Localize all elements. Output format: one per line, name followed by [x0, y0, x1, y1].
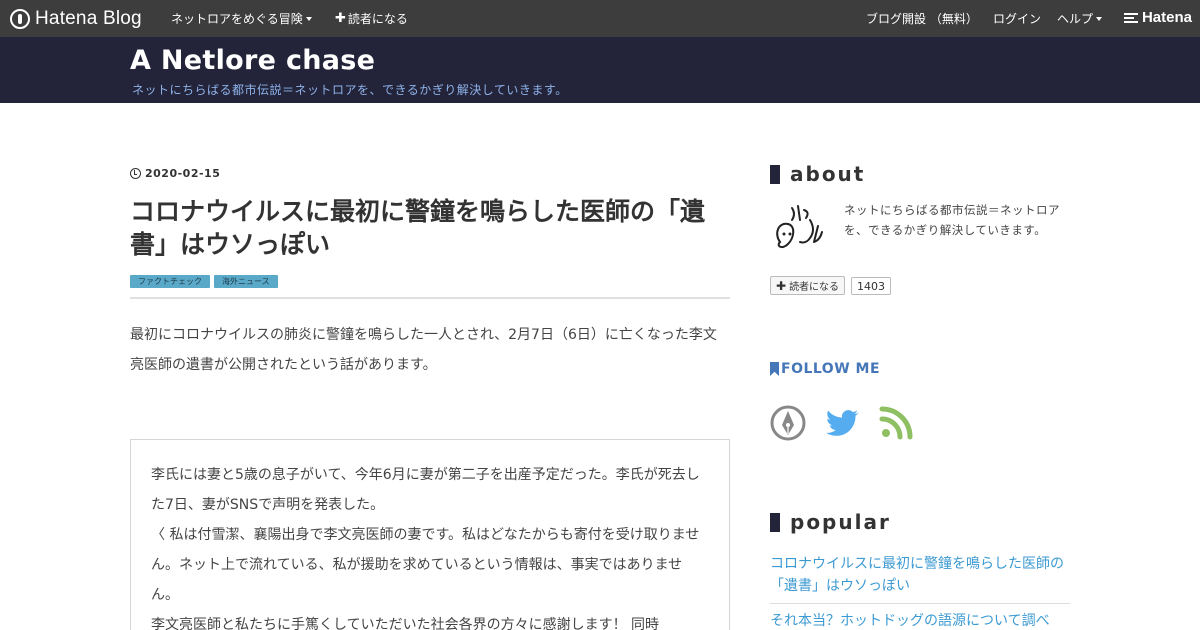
- popular-list: コロナウイルスに最初に警鐘を鳴らした医師の「遺書」はウソっぽい それ本当？ホット…: [770, 553, 1070, 630]
- post-date-text: 2020-02-15: [145, 167, 221, 180]
- popular-heading-text: popular: [790, 510, 891, 534]
- blog-title[interactable]: A Netlore chase: [130, 45, 375, 76]
- about-heading-text: about: [790, 162, 866, 186]
- bookmark-icon: [770, 362, 779, 376]
- hatena-logo-icon: [1123, 12, 1138, 23]
- hatena-logo-text: Hatena: [1141, 9, 1192, 26]
- clock-icon: [130, 168, 141, 179]
- hatena-blog-logo[interactable]: Hatena Blog: [10, 7, 142, 30]
- post-intro: 最初にコロナウイルスの肺炎に警鐘を鳴らした一人とされ、2月7日（6日）に亡くなっ…: [130, 327, 717, 373]
- login-link[interactable]: ログイン: [993, 10, 1041, 27]
- plus-icon: ✚: [776, 278, 787, 293]
- plus-icon: ✚: [335, 11, 346, 26]
- hatena-logo[interactable]: Hatena: [1123, 9, 1192, 26]
- hatena-blog-logo-icon: [10, 8, 30, 29]
- profile-avatar[interactable]: [770, 200, 830, 260]
- post-categories: ファクトチェック 海外ニュース: [130, 275, 278, 288]
- open-blog-link[interactable]: ブログ開設 （無料）: [866, 10, 978, 27]
- about-heading: about: [770, 162, 865, 186]
- login-label: ログイン: [993, 12, 1042, 26]
- twitter-icon[interactable]: [824, 405, 860, 441]
- subscribe-button-label: 読者になる: [789, 282, 840, 293]
- follow-heading: FOLLOW ME: [770, 361, 880, 377]
- category-tag[interactable]: 海外ニュース: [214, 275, 278, 288]
- popular-item[interactable]: それ本当？ホットドッグの語源について調べ: [770, 610, 1070, 630]
- rss-icon[interactable]: [878, 405, 914, 441]
- category-tag[interactable]: ファクトチェック: [130, 275, 210, 288]
- hatena-pen-icon[interactable]: [770, 405, 806, 441]
- help-label: ヘルプ: [1057, 12, 1094, 26]
- quote-paragraph: 〈 私は付雪潔、襄陽出身で李文亮医師の妻です。私はどなたからも寄付を受け取りませ…: [151, 527, 700, 603]
- chevron-down-icon: [305, 16, 312, 21]
- social-links: [770, 405, 914, 441]
- explore-menu-label: ネットロアをめぐる冒険: [171, 12, 303, 26]
- blog-header: A Netlore chase ネットにちらばる都市伝説＝ネットロアを、できるか…: [0, 37, 1200, 103]
- subscribe-label: 読者になる: [347, 12, 408, 26]
- reader-count[interactable]: 1403: [851, 277, 891, 295]
- hatena-blog-brand: Hatena Blog: [35, 7, 142, 29]
- blockquote: 李氏には妻と5歳の息子がいて、今年6月に妻が第二子を出産予定だった。李氏が死去し…: [130, 439, 730, 630]
- blog-description: ネットにちらばる都市伝説＝ネットロアを、できるかぎり解決していきます。: [132, 83, 568, 97]
- hatena-global-header: Hatena Blog ネットロアをめぐる冒険 ✚ 読者になる ブログ開設 （無…: [0, 0, 1200, 37]
- post-date[interactable]: 2020-02-15: [130, 167, 220, 180]
- popular-item[interactable]: コロナウイルスに最初に警鐘を鳴らした医師の「遺書」はウソっぽい: [770, 553, 1070, 604]
- heading-bar: [770, 164, 780, 184]
- open-blog-label: ブログ開設 （無料）: [866, 12, 978, 26]
- quote-paragraph: 李文亮医師と私たちに手篤くしていただいた社会各界の方々に感謝します！ 同時: [151, 617, 660, 630]
- subscribe-link[interactable]: ✚ 読者になる: [335, 10, 408, 27]
- popular-heading: popular: [770, 510, 891, 534]
- about-description: ネットにちらばる都市伝説＝ネットロアを、できるかぎり解決していきます。: [844, 203, 1060, 237]
- chevron-down-icon: [1096, 16, 1103, 21]
- post-title[interactable]: コロナウイルスに最初に警鐘を鳴らした医師の「遺書」はウソっぽい: [130, 195, 730, 261]
- help-menu[interactable]: ヘルプ: [1057, 10, 1103, 27]
- explore-menu[interactable]: ネットロアをめぐる冒険: [171, 10, 312, 27]
- follow-heading-text: FOLLOW ME: [781, 361, 881, 377]
- quote-paragraph: 李氏には妻と5歳の息子がいて、今年6月に妻が第二子を出産予定だった。李氏が死去し…: [151, 467, 700, 513]
- title-divider: [130, 297, 730, 299]
- subscribe-button[interactable]: ✚ 読者になる: [770, 276, 846, 295]
- heading-bar: [770, 512, 780, 532]
